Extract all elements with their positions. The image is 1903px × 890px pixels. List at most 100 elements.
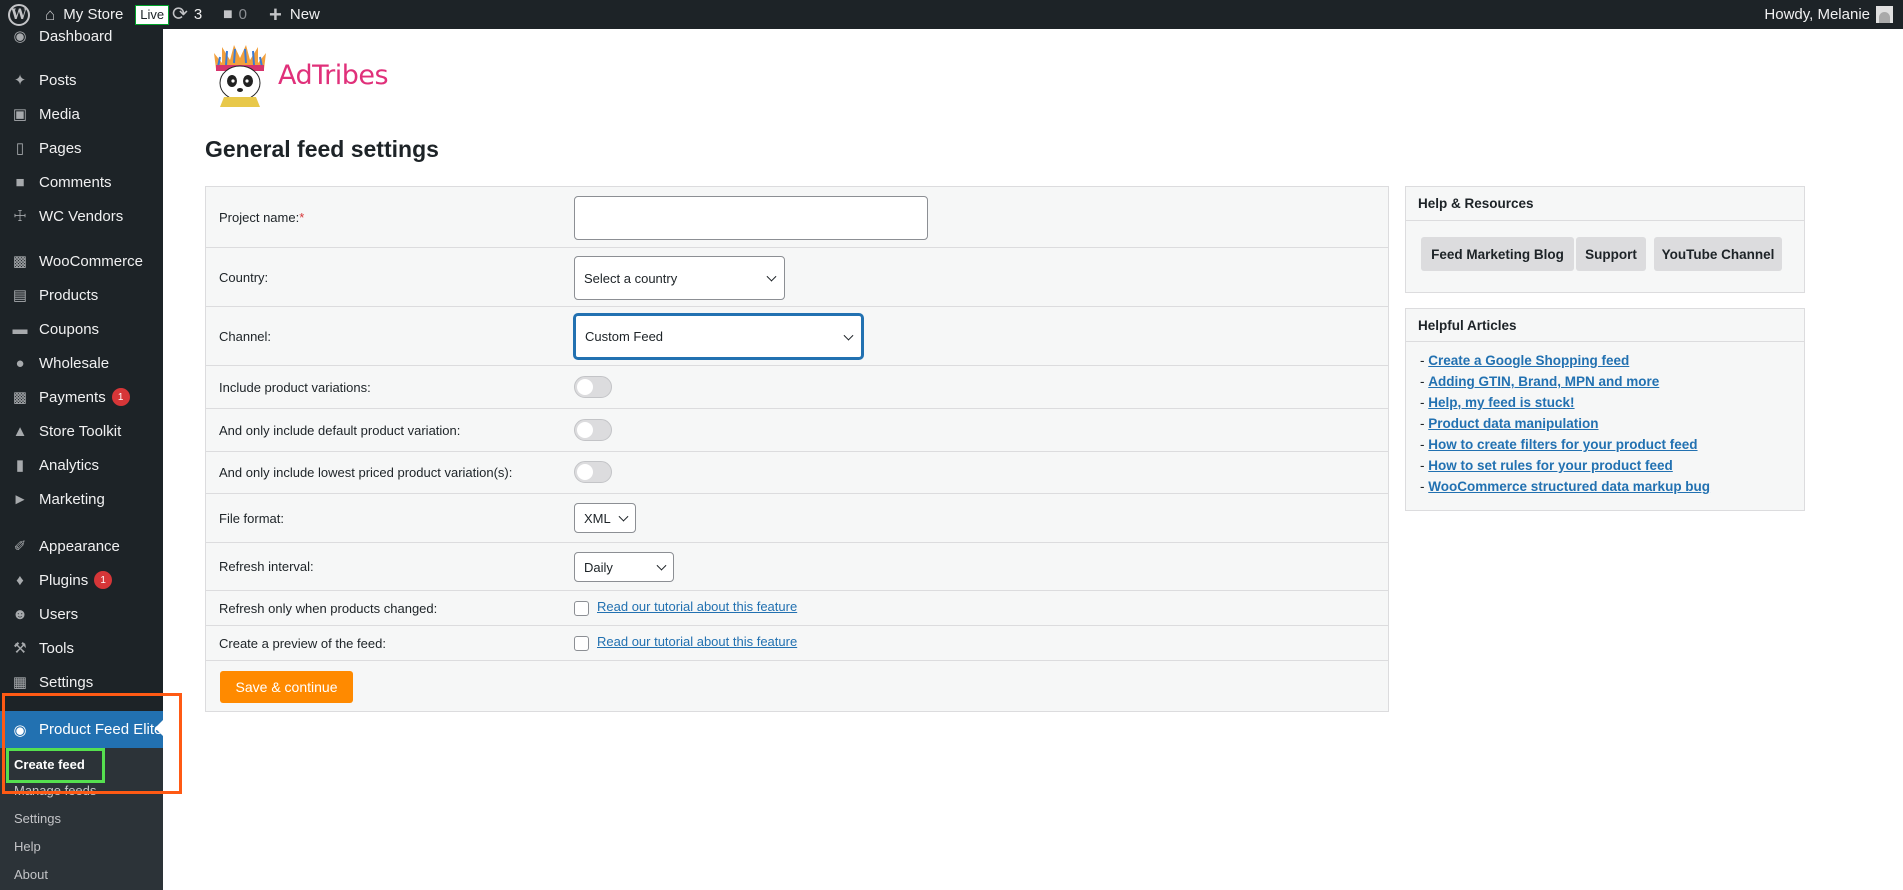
feed-marketing-blog-button[interactable]: Feed Marketing Blog [1421,237,1574,271]
row-refresh-changed: Refresh only when products changed: Read… [206,591,1388,626]
article-link[interactable]: Product data manipulation [1428,416,1598,431]
sidebar-item-settings[interactable]: ▦ Settings [0,665,163,699]
sidebar-item-users[interactable]: ☻ Users [0,597,163,631]
submenu-help[interactable]: Help [14,836,41,856]
sidebar-item-dashboard[interactable]: ◉ Dashboard [0,19,163,53]
toggle-knob [577,464,593,480]
media-icon: ▣ [12,106,28,123]
sidebar-item-coupons[interactable]: ▬ Coupons [0,312,163,346]
current-menu-arrow [155,720,163,736]
refresh-changed-label: Refresh only when products changed: [219,600,438,616]
wholesale-icon: ● [15,354,25,372]
page-title: General feed settings [205,136,439,162]
sidebar-item-wc-vendors[interactable]: ☩ WC Vendors [0,199,163,233]
woo-icon: ▩ [12,253,28,270]
sidebar-item-plugins[interactable]: ♦ Plugins 1 [0,563,163,597]
row-include-variations: Include product variations: [206,366,1388,409]
sidebar-item-marketing[interactable]: ► Marketing [0,482,163,516]
submenu-create-feed[interactable]: Create feed [14,754,85,774]
file-format-value: XML [584,510,611,526]
article-item: - Create a Google Shopping feed [1420,353,1630,368]
feed-icon: ◉ [13,721,27,739]
article-link[interactable]: Adding GTIN, Brand, MPN and more [1428,374,1659,389]
submenu-settings[interactable]: Settings [14,808,61,828]
article-link[interactable]: Help, my feed is stuck! [1428,395,1574,410]
adtribes-logo: AdTribes [210,43,389,107]
file-format-label: File format: [219,510,285,526]
default-variation-toggle[interactable] [574,419,612,441]
article-item: - Product data manipulation [1420,416,1599,431]
megaphone-icon: ► [12,490,28,508]
article-link[interactable]: WooCommerce structured data markup bug [1428,479,1710,494]
required-marker: * [299,209,305,225]
new-content-link[interactable]: + New [269,0,320,29]
chevron-down-icon [656,560,667,571]
row-channel: Channel: Custom Feed [206,307,1388,366]
file-format-select[interactable]: XML [574,503,636,533]
sidebar-item-tools[interactable]: ⚒ Tools [0,631,163,665]
helpful-articles-box: Helpful Articles - Create a Google Shopp… [1405,308,1805,511]
support-button[interactable]: Support [1576,237,1646,271]
preview-feed-tutorial-link[interactable]: Read our tutorial about this feature [597,634,797,649]
settings-icon: ▦ [12,674,28,691]
refresh-interval-select[interactable]: Daily [574,552,674,582]
refresh-interval-value: Daily [584,559,613,575]
sidebar-item-wholesale[interactable]: ● Wholesale [0,346,163,380]
sidebar-item-analytics[interactable]: ▮ Analytics [0,448,163,482]
payments-icon: ▩ [12,389,28,406]
submenu-about[interactable]: About [14,864,48,884]
updates-link[interactable]: ⟳ 3 [172,0,202,29]
sidebar-item-posts[interactable]: ✦ Posts [0,63,163,97]
sidebar-item-pages[interactable]: ▯ Pages [0,131,163,165]
pages-icon: ▯ [15,140,25,157]
user-icon: ☻ [12,605,28,623]
comment-icon: ■ [223,5,233,23]
comments-link[interactable]: ■ 0 [223,0,247,29]
preview-feed-checkbox[interactable] [574,636,589,651]
brush-icon: ✐ [13,538,27,555]
new-label: New [289,6,320,23]
account-menu[interactable]: Howdy, Melanie [1764,0,1893,29]
article-link[interactable]: How to set rules for your product feed [1428,458,1673,473]
refresh-changed-tutorial-link[interactable]: Read our tutorial about this feature [597,599,797,614]
refresh-changed-checkbox[interactable] [574,601,589,616]
youtube-channel-button[interactable]: YouTube Channel [1654,237,1782,271]
sidebar-item-media[interactable]: ▣ Media [0,97,163,131]
channel-select-value: Custom Feed [585,329,664,344]
article-item: - How to set rules for your product feed [1420,458,1673,473]
row-lowest-variation: And only include lowest priced product v… [206,452,1388,494]
submenu-manage-feeds[interactable]: Manage feeds [14,780,96,800]
article-link[interactable]: Create a Google Shopping feed [1428,353,1629,368]
include-variations-toggle[interactable] [574,376,612,398]
plugins-badge: 1 [94,571,113,589]
article-item: - WooCommerce structured data markup bug [1420,479,1711,494]
article-link[interactable]: How to create filters for your product f… [1428,437,1697,452]
lowest-variation-toggle[interactable] [574,461,612,483]
pin-icon: ✦ [13,72,27,89]
sidebar-item-product-feed-elite[interactable]: ◉ Product Feed Elite [0,711,163,748]
channel-select[interactable]: Custom Feed [574,314,863,359]
brand-name: AdTribes [278,59,389,91]
help-resources-title: Help & Resources [1406,187,1804,221]
cart-icon: ☩ [13,208,27,225]
sidebar-item-payments[interactable]: ▩ Payments 1 [0,380,163,414]
sidebar-item-appearance[interactable]: ✐ Appearance [0,529,163,563]
toggle-knob [577,379,593,395]
comments-count: 0 [238,6,248,23]
row-country: Country: Select a country [206,248,1388,307]
row-preview-feed: Create a preview of the feed: Read our t… [206,626,1388,661]
refresh-interval-label: Refresh interval: [219,559,314,574]
chevron-down-icon [766,271,777,282]
sidebar-item-products[interactable]: ▤ Products [0,278,163,312]
refresh-icon: ⟳ [172,4,188,25]
row-default-variation: And only include default product variati… [206,409,1388,452]
save-continue-button[interactable]: Save & continue [220,671,353,703]
sidebar-item-store-toolkit[interactable]: ▲ Store Toolkit [0,414,163,448]
project-name-input[interactable] [574,196,928,240]
include-variations-label: Include product variations: [219,379,371,395]
product-feed-submenu: Create feed Manage feeds Settings Help A… [0,748,163,890]
country-select[interactable]: Select a country [574,256,785,300]
sidebar-item-comments[interactable]: ■ Comments [0,165,163,199]
sidebar-item-woocommerce[interactable]: ▩ WooCommerce [0,244,163,278]
lowest-variation-label: And only include lowest priced product v… [219,465,513,480]
